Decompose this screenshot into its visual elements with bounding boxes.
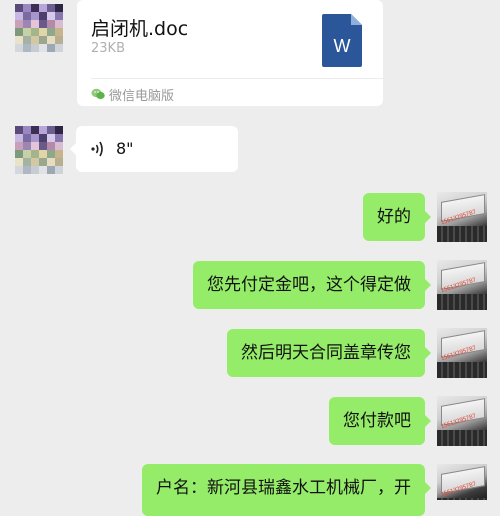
my-avatar[interactable]: 15613295787 xyxy=(437,192,487,242)
avatar-base-shape xyxy=(437,362,487,378)
divider xyxy=(91,78,383,79)
message-text: 您先付定金吧，这个得定做 xyxy=(207,275,411,295)
sent-message-bubble[interactable]: 您先付定金吧，这个得定做 xyxy=(193,261,431,309)
message-text: 好的 xyxy=(377,207,411,227)
file-message-card[interactable]: 启闭机.doc 23KB W 微信电脑版 xyxy=(77,0,383,106)
my-avatar[interactable]: 15613295787 xyxy=(437,328,487,378)
my-avatar[interactable]: 15613295787 xyxy=(437,260,487,310)
contact-avatar[interactable] xyxy=(15,126,63,174)
sent-message-bubble[interactable]: 好的 xyxy=(363,193,431,241)
message-text: 户名：新河县瑞鑫水工机械厂，开 xyxy=(156,478,411,498)
file-size: 23KB xyxy=(91,41,125,56)
avatar-base-shape xyxy=(437,430,487,446)
file-name: 启闭机.doc xyxy=(91,18,189,40)
file-icon-letter: W xyxy=(334,36,351,56)
avatar-base-shape xyxy=(437,226,487,242)
sent-message-bubble[interactable]: 您付款吧 xyxy=(329,397,431,445)
file-source-label: 微信电脑版 xyxy=(109,89,175,104)
voice-wave-icon xyxy=(91,141,103,157)
voice-message-bubble[interactable]: 8" xyxy=(70,126,238,172)
word-document-icon: W xyxy=(322,14,362,67)
message-text: 然后明天合同盖章传您 xyxy=(241,343,411,363)
sent-message-bubble[interactable]: 户名：新河县瑞鑫水工机械厂，开 xyxy=(142,464,431,516)
contact-avatar[interactable] xyxy=(15,4,63,52)
voice-duration: 8" xyxy=(116,139,134,158)
my-avatar[interactable]: 15613295787 xyxy=(437,464,487,500)
wechat-icon xyxy=(91,88,105,100)
my-avatar[interactable]: 15613295787 xyxy=(437,396,487,446)
message-text: 您付款吧 xyxy=(343,411,411,431)
sent-message-bubble[interactable]: 然后明天合同盖章传您 xyxy=(227,329,431,377)
avatar-base-shape xyxy=(437,294,487,310)
